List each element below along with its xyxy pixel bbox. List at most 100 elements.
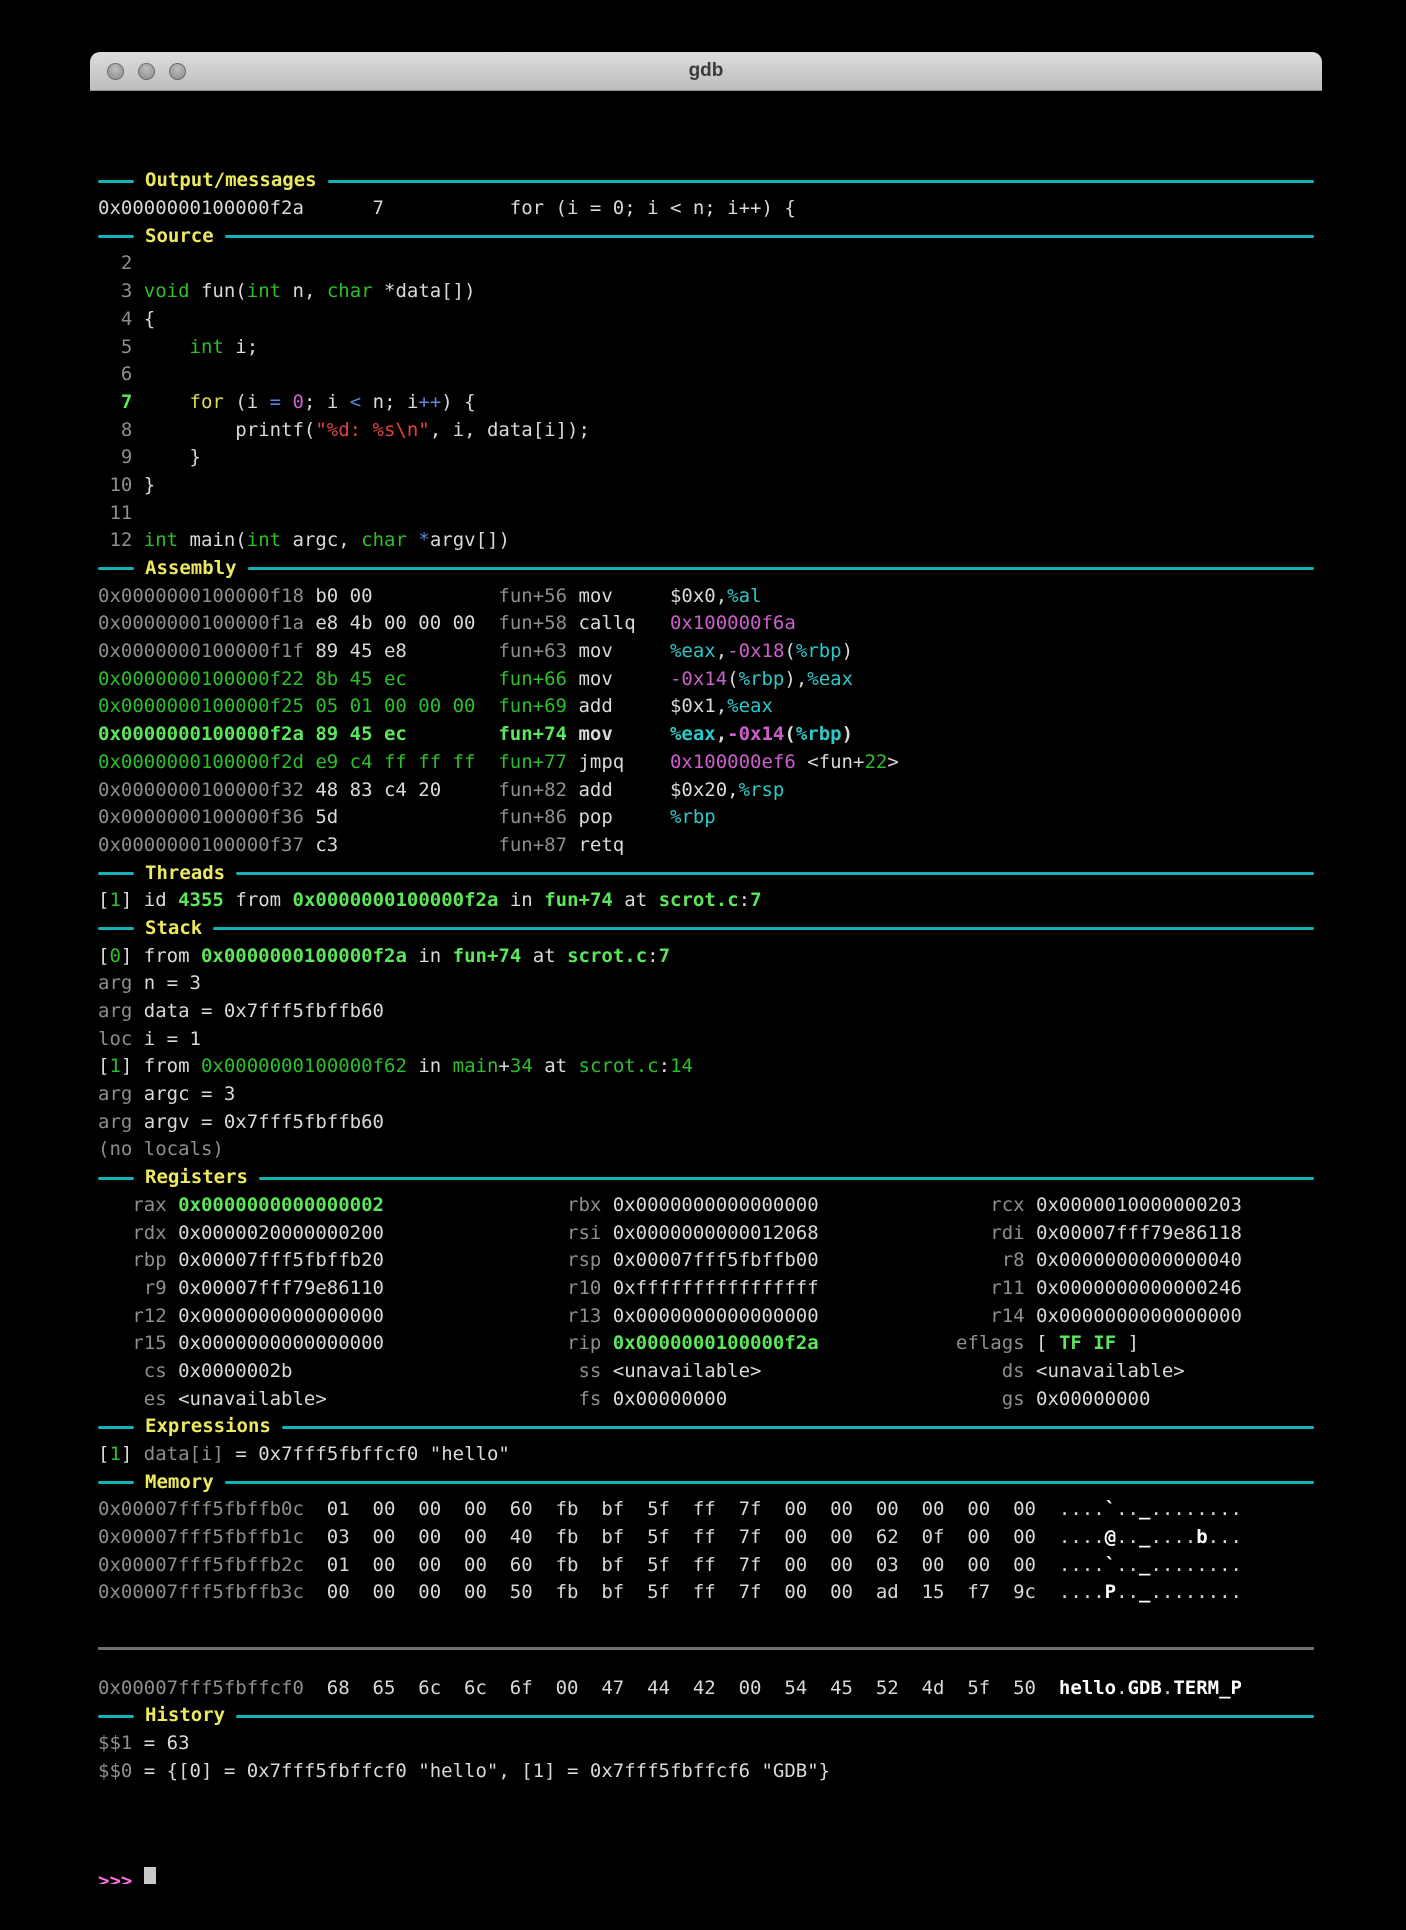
text-segment [132,391,189,413]
terminal-line: 0x0000000100000f22 8b 45 ec fun+66 mov -… [98,666,1314,694]
text-segment: @ [1104,1526,1117,1549]
terminal-line: $$1 = 63 [98,1730,1314,1758]
text-segment: 0x0000000100000f62 [200,1055,407,1078]
text-segment: r8 [955,1249,1037,1272]
text-segment: _ [1139,1526,1151,1549]
text-segment: : [658,1055,671,1078]
text-segment: } [132,446,201,469]
terminal-line: cs 0x0000002b ss <unavailable> ds <unava… [98,1358,1314,1386]
text-segment: char [361,529,407,552]
text-segment: n; i [361,390,419,413]
text-segment: 0 [292,390,304,413]
text-segment: %rbp [738,667,785,690]
section-rule-right [224,235,1314,239]
text-segment: 0x0000000100000f22 8b 45 ec fun+66 [98,667,567,690]
text-segment: in [498,889,545,912]
window-titlebar[interactable]: gdb [90,52,1322,91]
text-segment: = 0x7fff5fbffcf0 "hello" [223,1443,510,1466]
text-segment: ; i [303,390,350,413]
section-title: Output/messages [145,169,317,192]
terminal-line: 0x0000000100000f1f 89 45 e8 fun+63 mov %… [98,638,1314,666]
text-segment: char [326,280,373,303]
prompt-line[interactable]: >>> [98,1867,1314,1884]
terminal-line: [1] id 4355 from 0x0000000100000f2a in f… [98,887,1314,915]
text-segment: 14 [670,1055,693,1078]
text-segment: 03 00 00 00 40 fb bf 5f ff 7f 00 00 62 0… [303,1526,1059,1549]
text-segment: P [1104,1581,1117,1604]
terminal-line: 3 void fun(int n, char *data[]) [98,278,1314,306]
text-segment: 34 [509,1055,533,1078]
text-segment: b [1196,1526,1208,1549]
text-segment: %rbp [795,640,842,663]
text-segment: _ [1139,1498,1151,1521]
text-segment: .. [1116,1498,1139,1521]
section-header-history: History [98,1702,1314,1730]
section-rule-right [281,1425,1314,1429]
section-rule-left [98,1425,134,1429]
text-segment: 0x0000000100000f2d e9 c4 ff ff ff fun+77 [98,750,567,773]
text-segment: 0x0000000000000246 [1036,1276,1242,1299]
text-segment: rcx [955,1193,1037,1216]
text-segment: 4 [98,307,133,330]
text-segment: ss [567,1359,613,1382]
text-segment: int [189,335,224,358]
text-segment: at [532,1055,579,1078]
text-segment: .. [1116,1553,1139,1576]
text-segment: add $0x1, [567,695,728,718]
text-segment: i = 1 [132,1027,201,1050]
text-segment: fun+63 [498,640,568,663]
text-cursor [143,1867,156,1884]
text-segment: *data[]) [372,280,476,303]
terminal-line: $$0 = {[0] = 0x7fff5fbffcf0 "hello", [1]… [98,1758,1314,1786]
section-header-output-messages: Output/messages [98,167,1314,195]
text-segment: 1 [109,889,121,912]
text-segment: . [1161,1676,1174,1699]
text-segment: 0x0000000100000f2a 89 45 ec fun+74 [98,723,567,746]
section-rule-right [236,871,1314,875]
section-header-expressions: Expressions [98,1413,1314,1441]
terminal-line: [1] data[i] = 0x7fff5fbffcf0 "hello" [98,1441,1314,1469]
section-title: History [145,1704,226,1727]
window-title: gdb [688,60,724,81]
section-rule-right [224,1481,1314,1485]
text-segment: mov [567,640,670,663]
text-segment: fun( [189,280,247,303]
text-segment: r12 [98,1304,179,1327]
text-segment [132,336,189,358]
text-segment: 0x0000000100000f37 [98,833,304,856]
text-segment: 4355 [178,889,224,912]
text-segment: [ [98,944,110,967]
section-rule-right [236,1714,1314,1718]
terminal-line: 4 { [98,306,1314,334]
text-segment: ... [1207,1526,1242,1549]
text-segment: r9 [98,1276,179,1299]
text-segment: scrot.c [567,944,648,967]
text-segment: 0x00007fff5fbffb1c [98,1526,304,1549]
text-segment: 0x0000000100000f32 [98,778,304,801]
terminal-line: 8 printf("%d: %s\n", i, data[i]); [98,417,1314,445]
text-segment: -0x18 [727,640,785,663]
section-rule-right [247,567,1314,571]
text-segment: b0 00 [303,584,499,607]
terminal-line: es <unavailable> fs 0x00000000 gs 0x0000… [98,1386,1314,1414]
section-header-threads: Threads [98,860,1314,888]
text-segment [281,391,292,413]
terminal-line: 11 [98,500,1314,528]
text-segment: %eax [669,723,716,746]
text-segment: 0x0000000000000002 [178,1193,384,1216]
text-segment: 0x0000000100000f2a [612,1332,819,1355]
text-segment: 0x0000000100000f25 05 01 00 00 00 fun+69 [98,695,567,718]
section-header-memory: Memory [98,1469,1314,1497]
section-header-registers: Registers [98,1164,1314,1192]
terminal-line: r15 0x0000000000000000 rip 0x00000001000… [98,1330,1314,1358]
text-segment: <fun+ [795,750,865,773]
section-rule-left [98,179,134,183]
terminal-line: (no locals) [98,1136,1314,1164]
terminal-line [98,1646,1314,1675]
text-segment: data[i] [143,1443,224,1466]
text-segment [384,1194,567,1216]
text-segment: mov $0x0, [567,584,728,607]
text-segment: e8 4b 00 00 00 [303,612,499,635]
text-segment: data = 0x7fff5fbffb60 [132,1000,384,1023]
terminal-line: arg argv = 0x7fff5fbffb60 [98,1109,1314,1137]
